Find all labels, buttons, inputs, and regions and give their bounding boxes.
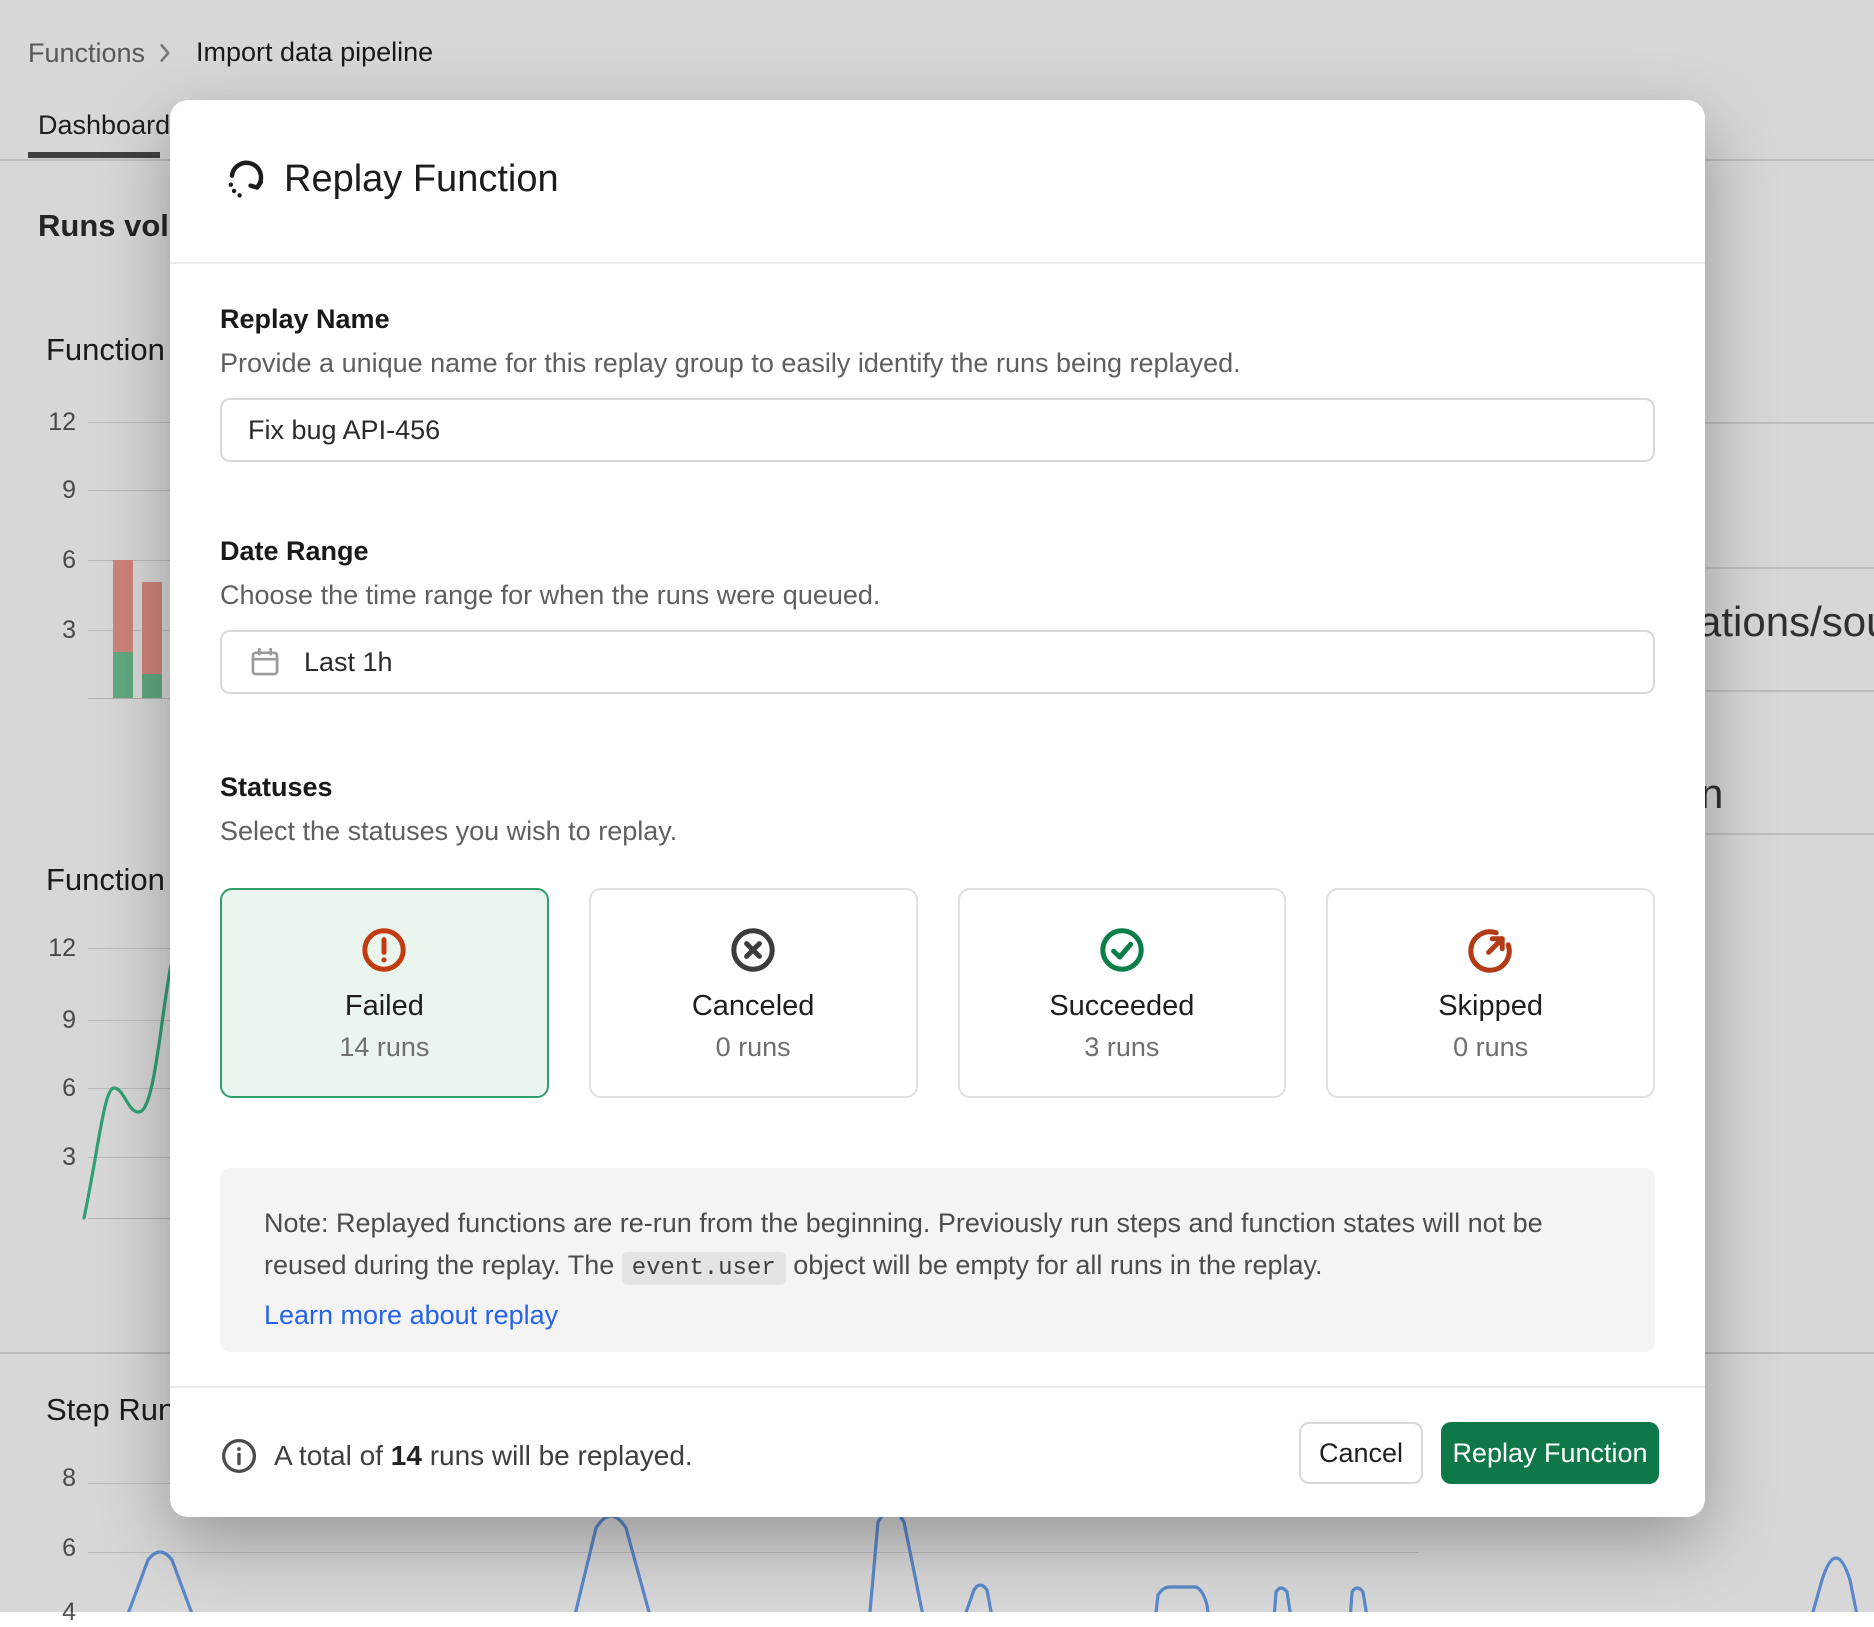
date-range-input[interactable]: Last 1h (220, 630, 1655, 694)
summary-prefix: A total of (274, 1440, 383, 1471)
calendar-icon (248, 645, 282, 679)
replay-name-value: Fix bug API-456 (248, 415, 440, 446)
cancel-button[interactable]: Cancel (1299, 1422, 1423, 1484)
replay-function-dialog: Replay Function Replay Name Provide a un… (170, 100, 1705, 1517)
footer-divider (170, 1386, 1705, 1388)
date-range-label: Date Range (220, 536, 369, 567)
status-card-name: Failed (345, 990, 424, 1023)
replay-name-label: Replay Name (220, 304, 390, 335)
learn-more-link[interactable]: Learn more about replay (264, 1294, 558, 1336)
statuses-description: Select the statuses you wish to replay. (220, 816, 677, 847)
replay-name-description: Provide a unique name for this replay gr… (220, 348, 1241, 379)
arrow-out-circle-icon (1467, 926, 1515, 974)
status-card-failed[interactable]: Failed 14 runs (220, 888, 549, 1098)
status-card-runs: 0 runs (716, 1032, 791, 1063)
status-card-runs: 14 runs (339, 1032, 429, 1063)
statuses-label: Statuses (220, 772, 333, 803)
summary-count: 14 (391, 1440, 422, 1471)
replay-summary: A total of 14 runs will be replayed. (274, 1440, 693, 1472)
status-card-name: Canceled (692, 990, 815, 1023)
status-card-canceled[interactable]: Canceled 0 runs (589, 888, 918, 1098)
check-circle-icon (1098, 926, 1146, 974)
replay-name-input[interactable]: Fix bug API-456 (220, 398, 1655, 462)
replay-note: Note: Replayed functions are re-run from… (220, 1168, 1655, 1352)
alert-circle-icon (360, 926, 408, 974)
date-range-description: Choose the time range for when the runs … (220, 580, 880, 611)
note-code-chip: event.user (622, 1252, 786, 1285)
note-text-suffix: object will be empty for all runs in the… (786, 1250, 1323, 1280)
status-card-group: Failed 14 runs Canceled 0 runs Succeeded (220, 888, 1655, 1098)
status-card-skipped[interactable]: Skipped 0 runs (1326, 888, 1655, 1098)
status-card-succeeded[interactable]: Succeeded 3 runs (958, 888, 1287, 1098)
status-card-name: Skipped (1438, 990, 1543, 1023)
x-circle-icon (729, 926, 777, 974)
info-icon (220, 1437, 258, 1475)
replay-function-button[interactable]: Replay Function (1441, 1422, 1659, 1484)
status-card-runs: 0 runs (1453, 1032, 1528, 1063)
status-card-runs: 3 runs (1084, 1032, 1159, 1063)
status-card-name: Succeeded (1049, 990, 1194, 1023)
summary-suffix: runs will be replayed. (430, 1440, 693, 1471)
date-range-value: Last 1h (304, 647, 393, 678)
